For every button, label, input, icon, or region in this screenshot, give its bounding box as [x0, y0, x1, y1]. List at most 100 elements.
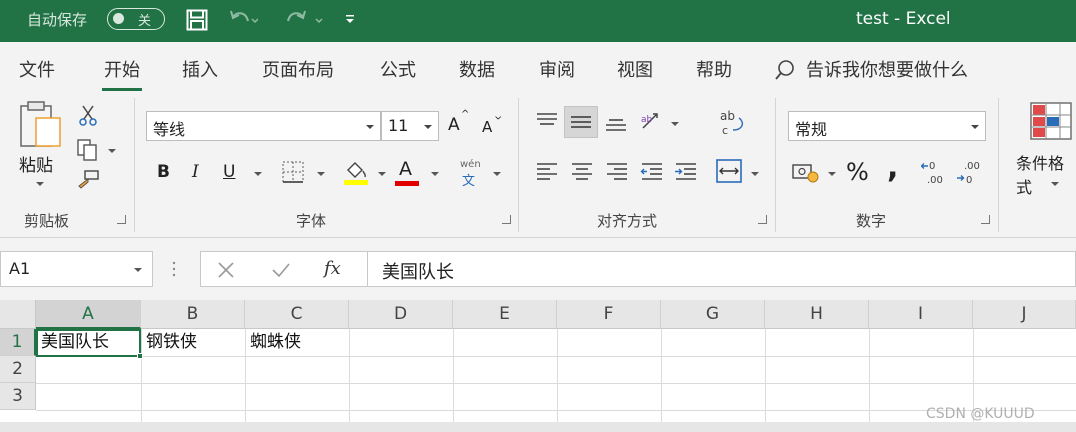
autosave-toggle[interactable]: 关: [107, 8, 165, 30]
group-divider: [134, 98, 135, 232]
cell-c1[interactable]: 蜘蛛侠: [250, 329, 301, 356]
align-center-icon[interactable]: [571, 161, 593, 181]
cell-b1[interactable]: 钢铁侠: [146, 329, 197, 356]
name-box[interactable]: A1: [0, 251, 153, 287]
underline-dropdown-arrow[interactable]: [254, 172, 262, 176]
column-header-e[interactable]: E: [453, 300, 557, 329]
column-header-j[interactable]: J: [973, 300, 1076, 329]
group-divider: [998, 98, 999, 232]
underline-button[interactable]: U: [223, 162, 235, 182]
borders-dropdown-arrow[interactable]: [317, 172, 325, 176]
fill-color-dropdown-arrow[interactable]: [378, 172, 386, 176]
align-top-icon[interactable]: [535, 111, 559, 131]
tab-view[interactable]: 视图: [617, 56, 653, 82]
tab-help[interactable]: 帮助: [696, 56, 732, 82]
format-painter-icon[interactable]: [76, 170, 100, 192]
column-header-b[interactable]: B: [141, 300, 245, 329]
tab-formulas[interactable]: 公式: [380, 56, 416, 82]
gridline: [36, 383, 1076, 384]
increase-indent-icon[interactable]: [674, 161, 698, 181]
align-right-icon[interactable]: [606, 161, 628, 181]
font-size-value: 11: [388, 116, 409, 135]
tab-file[interactable]: 文件: [19, 56, 55, 82]
column-header-g[interactable]: G: [661, 300, 765, 329]
worksheet-grid: A B C D E F G H I J 1 2 3 美国队长 钢铁侠 蜘蛛侠: [0, 300, 1076, 432]
phonetic-button[interactable]: 文: [462, 170, 475, 189]
column-header-d[interactable]: D: [349, 300, 453, 329]
increase-font-button[interactable]: A: [448, 115, 460, 135]
formula-buttons: fx: [200, 251, 368, 287]
font-color-dropdown-arrow[interactable]: [431, 172, 439, 176]
copy-dropdown-arrow[interactable]: [108, 149, 116, 153]
more-vertical-icon[interactable]: [171, 259, 177, 279]
enter-check-icon[interactable]: [271, 261, 291, 279]
tab-insert[interactable]: 插入: [182, 56, 218, 82]
fill-handle[interactable]: [137, 353, 143, 359]
column-header-i[interactable]: I: [869, 300, 973, 329]
decrease-indent-icon[interactable]: [640, 161, 664, 181]
formula-input[interactable]: 美国队长: [368, 251, 1076, 287]
decrease-font-button[interactable]: A: [482, 118, 492, 136]
clipboard-launcher-icon[interactable]: [117, 215, 126, 224]
column-header-c[interactable]: C: [245, 300, 349, 329]
column-header-f[interactable]: F: [557, 300, 661, 329]
number-format-select[interactable]: 常规: [788, 111, 986, 141]
decrease-decimal-icon[interactable]: .00 0: [956, 158, 984, 186]
font-size-select[interactable]: 11: [381, 111, 439, 141]
align-bottom-icon[interactable]: [604, 114, 628, 134]
phonetic-dropdown-arrow[interactable]: [493, 172, 501, 176]
merge-dropdown-arrow[interactable]: [751, 172, 759, 176]
font-launcher-icon[interactable]: [502, 215, 511, 224]
font-color-button[interactable]: A: [399, 158, 412, 180]
save-button[interactable]: [186, 6, 208, 34]
scroll-strip: [0, 422, 1076, 432]
alignment-launcher-icon[interactable]: [758, 215, 767, 224]
wrap-text-icon[interactable]: ab c: [719, 108, 745, 138]
tab-data[interactable]: 数据: [459, 56, 495, 82]
redo-button[interactable]: [283, 6, 325, 34]
accounting-dropdown-arrow[interactable]: [828, 172, 836, 176]
percent-style-button[interactable]: %: [846, 158, 869, 186]
undo-button[interactable]: [228, 6, 258, 34]
lightbulb-search-icon: [775, 60, 794, 80]
comma-style-button[interactable]: ,: [887, 150, 898, 185]
customize-toolbar-button[interactable]: [344, 6, 356, 34]
row-header-1[interactable]: 1: [0, 329, 36, 356]
align-middle-button[interactable]: [564, 106, 598, 138]
chevron-down-icon: [134, 268, 142, 272]
formula-content: 美国队长: [382, 262, 454, 283]
accounting-format-icon[interactable]: [792, 162, 820, 184]
tab-review[interactable]: 审阅: [539, 56, 575, 82]
svg-text:0: 0: [929, 161, 935, 172]
group-divider: [775, 98, 776, 232]
bold-button[interactable]: B: [157, 162, 170, 182]
borders-icon[interactable]: [281, 160, 305, 184]
tell-me-search[interactable]: 告诉我你想要做什么: [806, 56, 968, 82]
increase-decimal-icon[interactable]: 0 .00: [921, 158, 949, 186]
italic-button[interactable]: I: [192, 162, 199, 182]
column-header-a[interactable]: A: [36, 300, 141, 329]
redo-icon: [287, 10, 323, 24]
ribbon-home: 粘贴 剪贴板 等线 11 A ^ A ^ B I U A wén 文 字体 ab…: [0, 94, 1076, 238]
font-name-select[interactable]: 等线: [146, 111, 381, 141]
cancel-icon[interactable]: [217, 261, 235, 279]
cut-icon[interactable]: [78, 104, 98, 126]
caret-down-icon: ^: [494, 109, 503, 120]
row-header-2[interactable]: 2: [0, 356, 36, 383]
fill-color-icon[interactable]: [342, 158, 370, 186]
insert-function-button[interactable]: fx: [324, 258, 341, 279]
merge-center-icon[interactable]: [716, 159, 742, 183]
undo-icon: [230, 10, 258, 24]
column-header-h[interactable]: H: [765, 300, 869, 329]
gridline: [245, 329, 246, 432]
tab-home[interactable]: 开始: [102, 56, 142, 91]
orientation-icon[interactable]: ab: [639, 110, 665, 132]
row-header-3[interactable]: 3: [0, 383, 36, 410]
align-left-icon[interactable]: [536, 161, 558, 181]
number-launcher-icon[interactable]: [981, 215, 990, 224]
svg-text:ab: ab: [720, 109, 735, 123]
select-all-corner[interactable]: [0, 300, 36, 329]
copy-icon[interactable]: [76, 138, 100, 162]
tab-page-layout[interactable]: 页面布局: [262, 56, 334, 82]
orientation-dropdown-arrow[interactable]: [671, 122, 679, 126]
